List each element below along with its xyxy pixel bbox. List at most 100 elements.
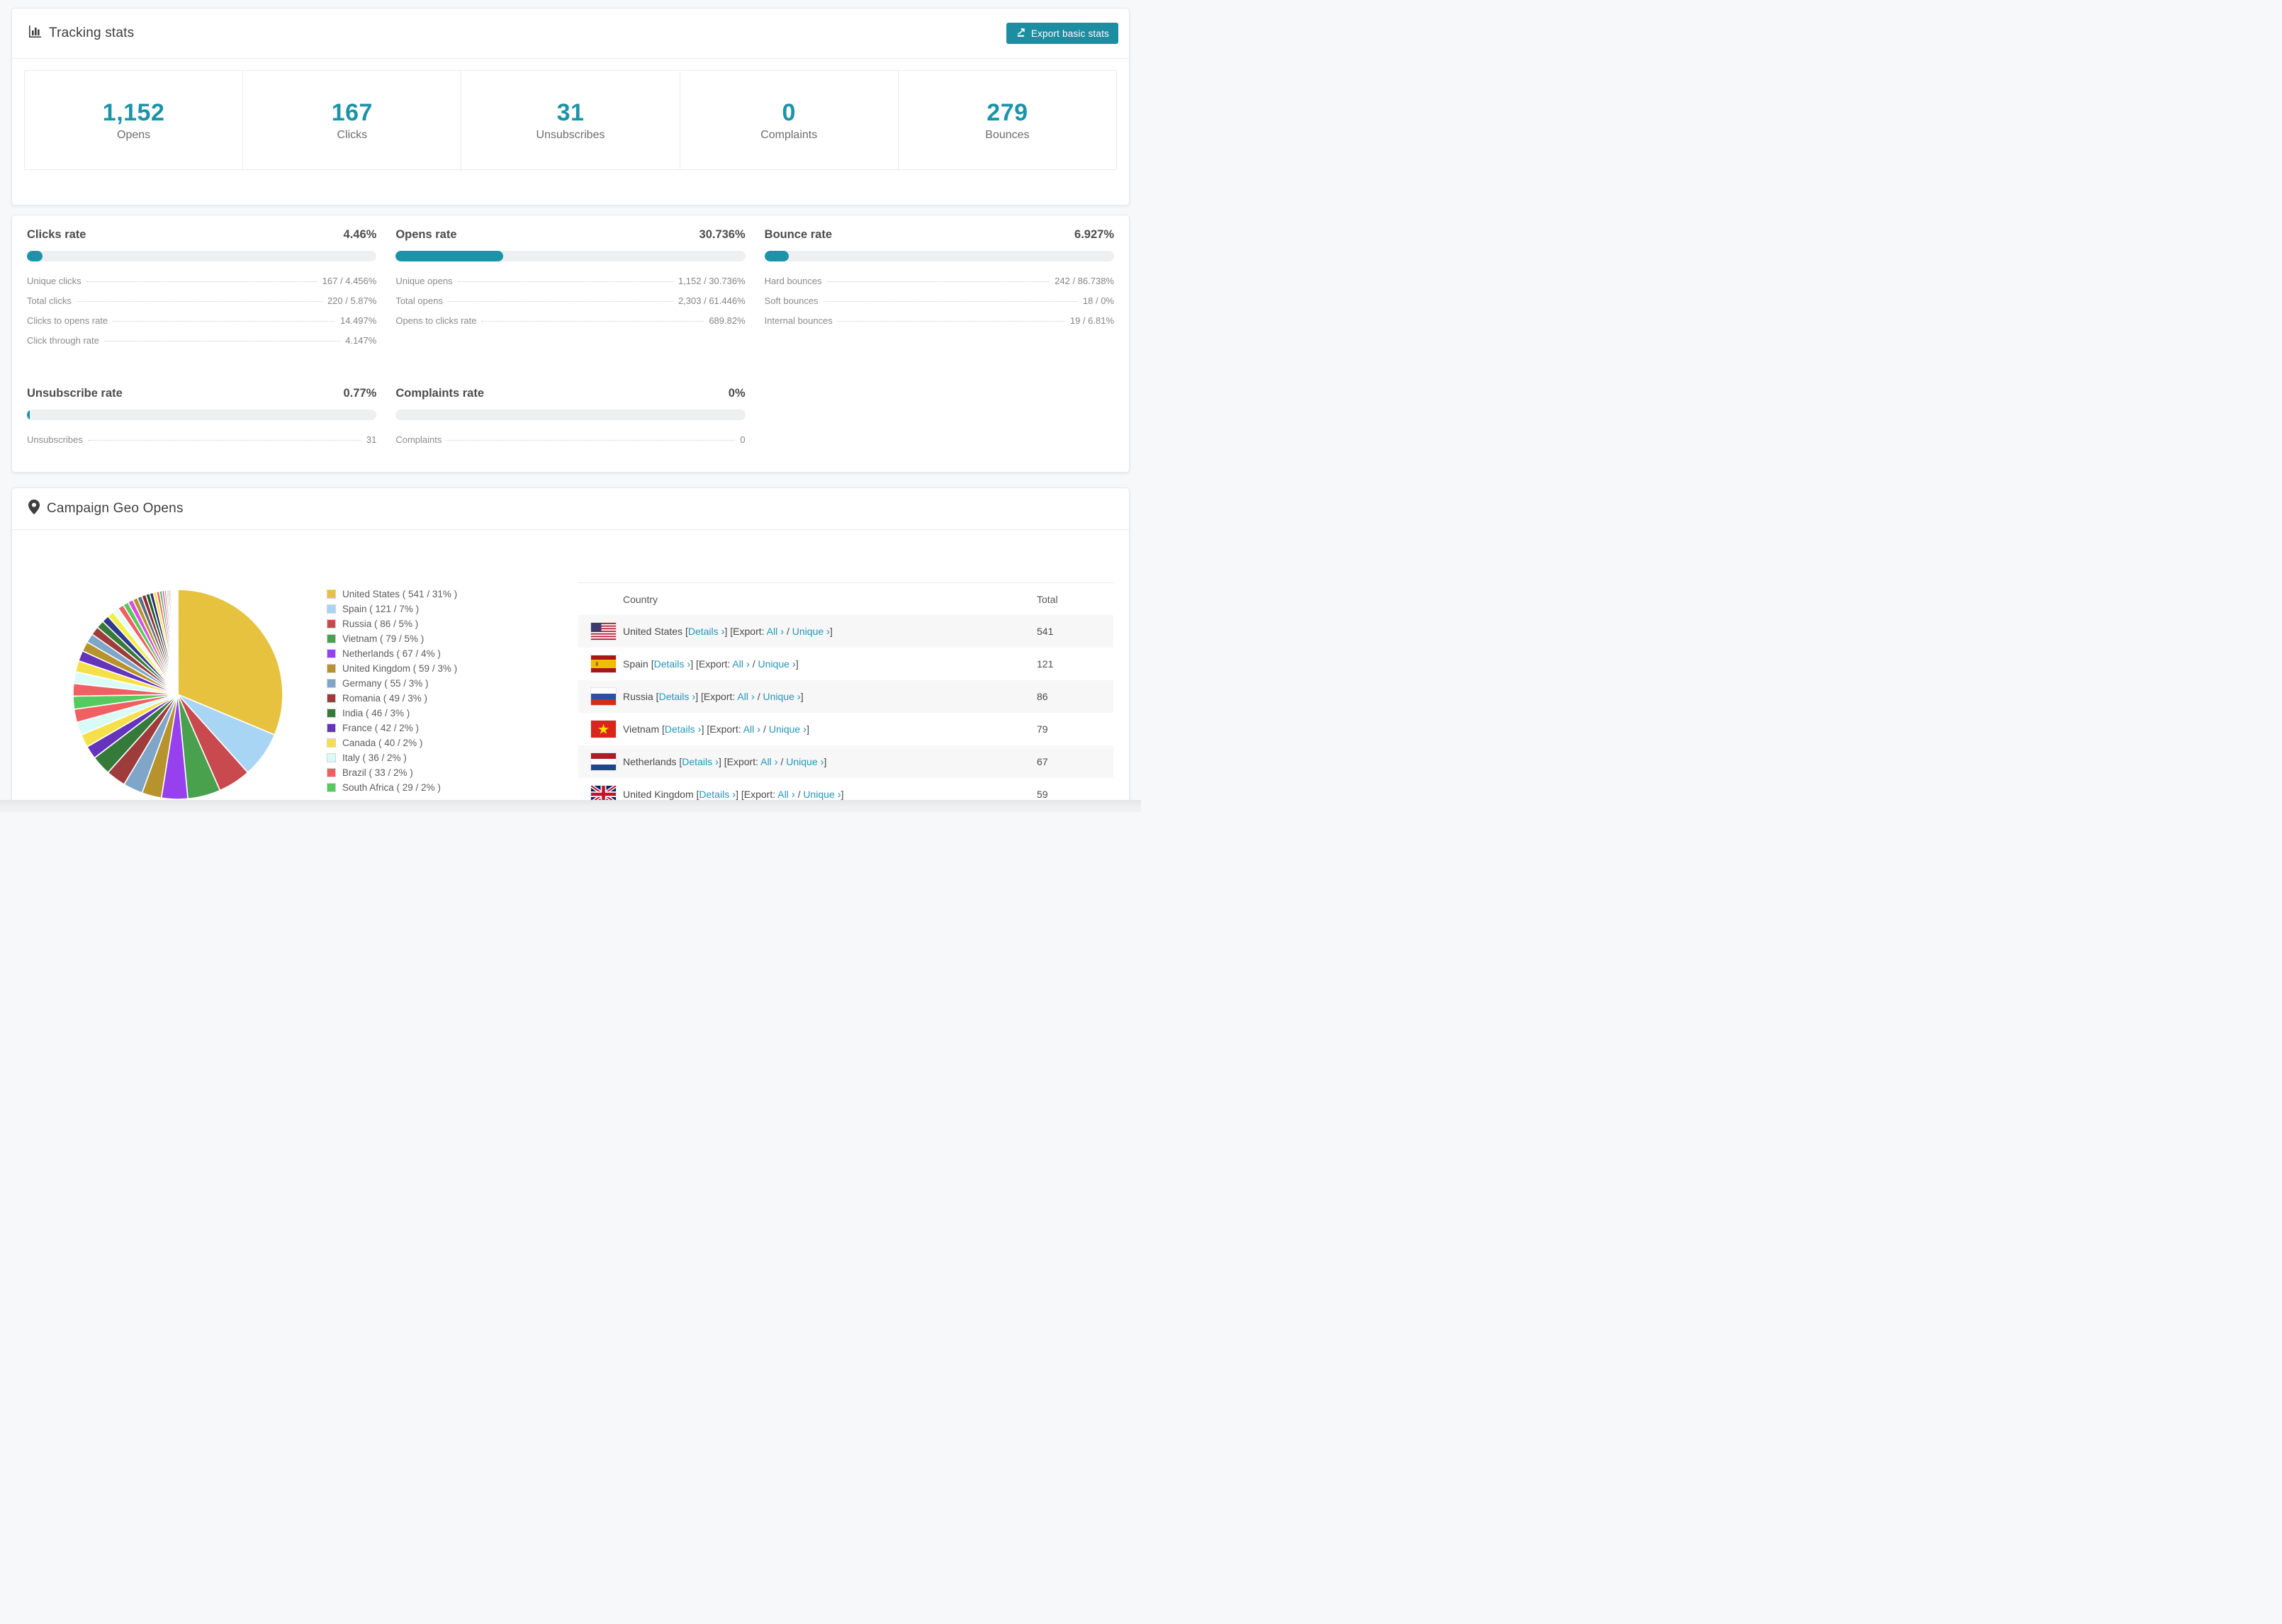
rate-value: 4.46% xyxy=(343,228,377,241)
dotted-leader xyxy=(826,281,1050,282)
export-unique-link[interactable]: Unique › xyxy=(803,789,841,801)
bar-chart-icon xyxy=(28,25,42,43)
rate-title: Unsubscribe rate xyxy=(27,387,123,400)
export-all-link[interactable]: All › xyxy=(737,691,754,703)
legend-item-france: France ( 42 / 2% ) xyxy=(327,721,457,735)
rate-progress-fill xyxy=(395,251,503,261)
details-link[interactable]: Details › xyxy=(688,626,725,638)
total-cell: 86 xyxy=(1037,691,1048,702)
rate-detail-label: Soft bounces xyxy=(764,295,819,306)
dotted-leader xyxy=(86,281,317,282)
details-link[interactable]: Details › xyxy=(659,691,696,703)
rate-progress-fill xyxy=(27,410,30,420)
export-unique-link[interactable]: Unique › xyxy=(769,723,806,735)
page-background-strip xyxy=(0,800,1141,812)
export-unique-link[interactable]: Unique › xyxy=(758,658,796,670)
export-unique-link[interactable]: Unique › xyxy=(792,626,830,638)
legend-item-spain: Spain ( 121 / 7% ) xyxy=(327,602,457,616)
dotted-leader xyxy=(87,440,361,441)
rate-value: 0% xyxy=(728,387,746,400)
separator: / xyxy=(760,723,769,735)
rate-detail-row: Hard bounces 242 / 86.738% xyxy=(765,271,1114,291)
legend-label: Canada ( 40 / 2% ) xyxy=(342,738,423,748)
export-unique-link[interactable]: Unique › xyxy=(786,756,824,768)
country-cell: Spain [Details ›] [Export: All › / Uniqu… xyxy=(623,658,1037,670)
country-name: Spain [ xyxy=(623,658,654,670)
export-prefix: ] [Export: xyxy=(701,723,743,735)
stat-value: 279 xyxy=(987,98,1028,126)
legend-label: Germany ( 55 / 3% ) xyxy=(342,678,429,689)
legend-item-canada: Canada ( 40 / 2% ) xyxy=(327,735,457,750)
rate-detail-value: 1,152 / 30.736% xyxy=(678,276,746,286)
legend-label: Vietnam ( 79 / 5% ) xyxy=(342,633,425,644)
legend-label: India ( 46 / 3% ) xyxy=(342,708,410,718)
legend-color-swatch xyxy=(327,694,336,703)
rate-detail-label: Unsubscribes xyxy=(27,434,83,445)
geo-pie-chart xyxy=(72,588,284,800)
export-all-link[interactable]: All › xyxy=(743,723,760,735)
legend-label: Romania ( 49 / 3% ) xyxy=(342,693,428,704)
details-link[interactable]: Details › xyxy=(682,756,719,768)
bracket-close: ] xyxy=(824,755,827,767)
geo-table-row-united-kingdom: United Kingdom [Details ›] [Export: All … xyxy=(578,778,1113,800)
stat-box-unsubscribes: 31 Unsubscribes xyxy=(461,71,680,169)
legend-label: France ( 42 / 2% ) xyxy=(342,723,420,733)
rate-progress-fill xyxy=(27,251,43,261)
separator: / xyxy=(749,658,758,670)
details-link[interactable]: Details › xyxy=(665,723,702,735)
stat-label: Bounces xyxy=(985,128,1030,141)
stat-value: 31 xyxy=(556,98,585,126)
export-all-link[interactable]: All › xyxy=(732,658,749,670)
export-basic-stats-button[interactable]: Export basic stats xyxy=(1006,23,1118,44)
details-link[interactable]: Details › xyxy=(699,789,736,801)
dotted-leader xyxy=(447,301,673,302)
legend-color-swatch xyxy=(327,753,336,762)
tracking-stats-header: Tracking stats Export basic stats xyxy=(12,9,1129,59)
export-all-link[interactable]: All › xyxy=(767,626,784,638)
country-name: Netherlands [ xyxy=(623,755,682,767)
rate-value: 0.77% xyxy=(343,387,377,400)
rate-progress-fill xyxy=(764,251,789,261)
legend-color-swatch xyxy=(327,738,336,748)
export-all-link[interactable]: All › xyxy=(760,756,777,768)
rate-title: Bounce rate xyxy=(764,228,833,241)
rate-detail-value: 4.147% xyxy=(345,335,377,346)
rates-row-2: Unsubscribe rate 0.77% Unsubscribes 31 Compl… xyxy=(12,374,1129,449)
stat-box-bounces: 279 Bounces xyxy=(899,71,1116,169)
rate-detail-row: Total clicks 220 / 5.87% xyxy=(27,291,376,310)
total-cell: 59 xyxy=(1037,789,1048,800)
export-all-link[interactable]: All › xyxy=(777,789,794,801)
rate-detail-row: Total opens 2,303 / 61.446% xyxy=(395,291,745,310)
dotted-leader xyxy=(837,321,1065,322)
rate-detail-value: 220 / 5.87% xyxy=(327,295,377,306)
rate-title: Opens rate xyxy=(395,228,457,241)
rate-detail-label: Hard bounces xyxy=(764,276,822,286)
rate-detail-row: Opens to clicks rate 689.82% xyxy=(395,310,745,330)
details-link[interactable]: Details › xyxy=(654,658,691,670)
separator: / xyxy=(794,788,804,800)
rate-detail-row: Unique opens 1,152 / 30.736% xyxy=(395,271,745,291)
legend-color-swatch xyxy=(327,619,336,628)
geo-card-title-text: Campaign Geo Opens xyxy=(47,501,184,516)
export-unique-link[interactable]: Unique › xyxy=(763,691,801,703)
geo-card-title: Campaign Geo Opens xyxy=(28,499,184,519)
separator: / xyxy=(784,625,792,637)
legend-item-brazil: Brazil ( 33 / 2% ) xyxy=(327,765,457,780)
legend-color-swatch xyxy=(327,634,336,643)
dotted-leader xyxy=(446,440,736,441)
legend-item-romania: Romania ( 49 / 3% ) xyxy=(327,691,457,706)
rate-detail-row: Clicks to opens rate 14.497% xyxy=(27,310,376,330)
tracking-stats-title-text: Tracking stats xyxy=(49,26,135,40)
legend-item-netherlands: Netherlands ( 67 / 4% ) xyxy=(327,646,457,661)
country-name: United Kingdom [ xyxy=(623,788,699,800)
geo-table-col-total: Total xyxy=(1037,593,1058,605)
total-cell: 541 xyxy=(1037,626,1054,637)
campaign-geo-opens-card: Campaign Geo Opens United States ( 541 /… xyxy=(11,487,1130,800)
stat-box-opens: 1,152 Opens xyxy=(25,71,244,169)
rate-progress-track xyxy=(395,251,746,261)
legend-color-swatch xyxy=(327,768,336,777)
stat-label: Complaints xyxy=(760,128,818,141)
rate-detail-label: Internal bounces xyxy=(764,315,833,326)
geo-table-row-spain: Spain [Details ›] [Export: All › / Uniqu… xyxy=(578,648,1113,680)
rate-progress-track xyxy=(27,251,377,261)
